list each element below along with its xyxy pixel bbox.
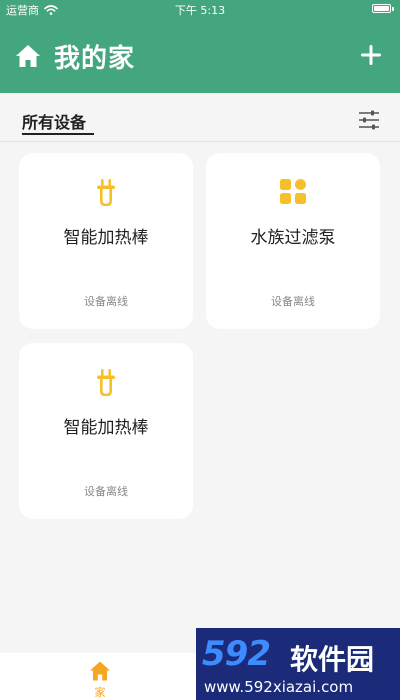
section-bar: 所有设备: [0, 93, 400, 143]
section-divider: [0, 141, 400, 142]
status-time: 下午 5:13: [174, 4, 226, 17]
device-name: 智能加热棒: [63, 418, 149, 438]
device-status: 设备离线: [84, 485, 128, 498]
device-status: 设备离线: [84, 295, 128, 308]
device-card[interactable]: 智能加热棒 设备离线: [19, 153, 193, 329]
tab-underline: [22, 133, 94, 135]
home-icon: [16, 45, 40, 67]
device-card[interactable]: 智能加热棒 设备离线: [19, 343, 193, 519]
heater-rod-icon: [97, 179, 115, 206]
tab-all-devices[interactable]: 所有设备: [22, 109, 86, 133]
status-bar: 运营商 下午 5:13: [0, 0, 400, 18]
battery-icon: [372, 4, 394, 13]
device-card[interactable]: 水族过滤泵 设备离线: [206, 153, 380, 329]
watermark-logo: 592: [202, 634, 271, 674]
device-name: 水族过滤泵: [250, 228, 336, 248]
device-name: 智能加热棒: [63, 228, 149, 248]
home-icon: [90, 661, 110, 681]
watermark-brand: 软件园: [290, 643, 375, 676]
watermark: 592 软件园 www.592xiazai.com: [196, 628, 400, 700]
filter-pump-icon: [280, 179, 306, 204]
page-title: 我的家: [54, 44, 136, 74]
sliders-icon[interactable]: [358, 110, 380, 130]
heater-rod-icon: [97, 369, 115, 396]
device-status: 设备离线: [271, 295, 315, 308]
add-device-button[interactable]: [360, 44, 382, 66]
nav-home-label: 家: [94, 686, 106, 699]
watermark-url: www.592xiazai.com: [204, 678, 354, 696]
app-header: 运营商 下午 5:13 我的家: [0, 0, 400, 93]
